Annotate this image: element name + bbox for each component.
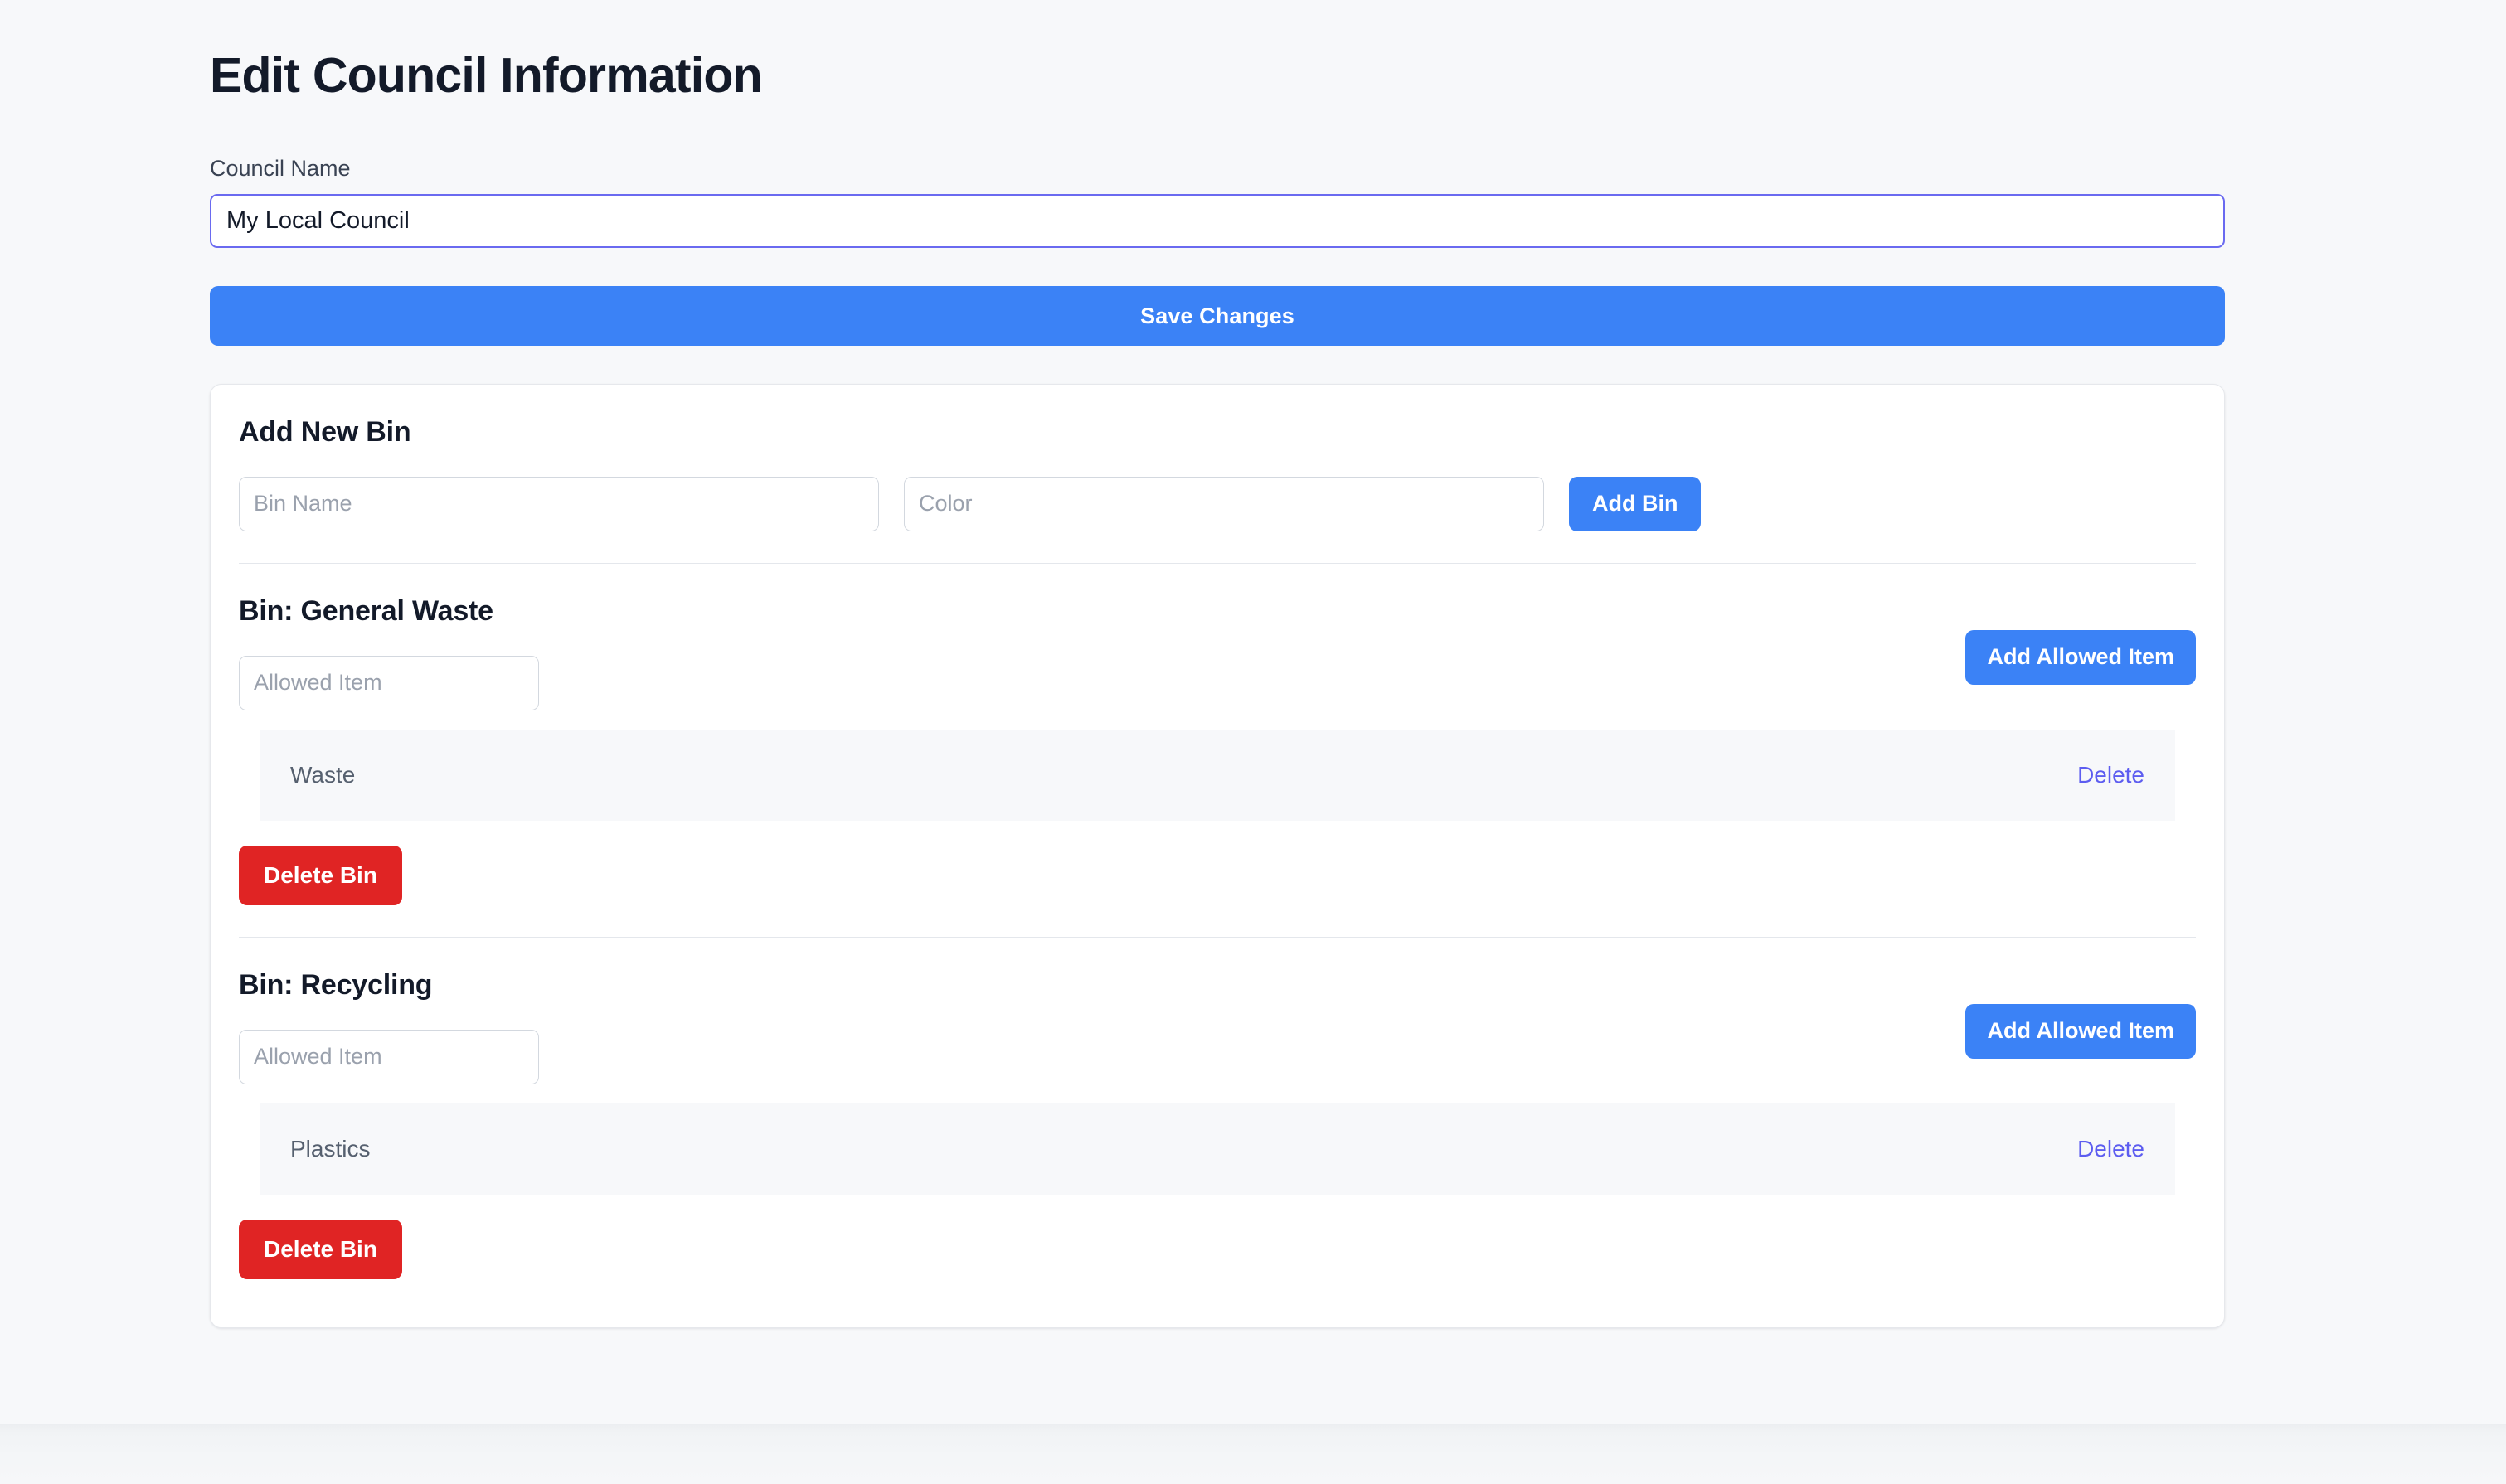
add-bin-button[interactable]: Add Bin [1569, 476, 1702, 531]
allowed-item-input[interactable] [239, 1029, 539, 1084]
council-name-input[interactable] [210, 194, 2225, 249]
add-new-bin-title: Add New Bin [239, 416, 411, 449]
page-title: Edit Council Information [210, 48, 763, 103]
add-new-bin-row: Add Bin [239, 476, 2196, 531]
allowed-item-list: Waste Delete [239, 729, 2196, 821]
add-allowed-item-button[interactable]: Add Allowed Item [1965, 629, 2196, 685]
allowed-item-name: Waste [290, 761, 356, 788]
bin-heading: Bin: Recycling [239, 968, 433, 1001]
browser-bottom-chrome [0, 1424, 2506, 1484]
council-name-field-block: Council Name [210, 154, 2225, 249]
page-root: Edit Council Information Council Name Sa… [0, 0, 2506, 1424]
list-item: Waste Delete [260, 729, 2175, 821]
allowed-item-list: Plastics Delete [239, 1103, 2196, 1195]
add-allowed-item-button[interactable]: Add Allowed Item [1965, 1003, 2196, 1059]
delete-bin-button[interactable]: Delete Bin [239, 1219, 402, 1279]
bin-section-general-waste: Bin: General Waste Add Allowed Item Wast… [239, 595, 2196, 905]
save-changes-button[interactable]: Save Changes [210, 286, 2225, 347]
bin-name-input[interactable] [239, 476, 879, 531]
divider-after-add-new-bin [239, 562, 2196, 564]
bin-section-recycling: Bin: Recycling Add Allowed Item Plastics… [239, 969, 2196, 1279]
list-item: Plastics Delete [260, 1103, 2175, 1195]
bin-controls: Add Allowed Item [239, 1003, 2196, 1084]
page-content: Edit Council Information Council Name Sa… [210, 0, 2225, 1328]
delete-allowed-item-link[interactable]: Delete [2077, 1136, 2144, 1162]
delete-allowed-item-link[interactable]: Delete [2077, 762, 2144, 788]
allowed-item-input[interactable] [239, 655, 539, 710]
allowed-item-name: Plastics [290, 1135, 371, 1161]
council-name-label: Council Name [210, 156, 351, 182]
bin-controls: Add Allowed Item [239, 629, 2196, 710]
bin-color-input[interactable] [904, 476, 1544, 531]
bin-heading: Bin: General Waste [239, 594, 493, 627]
divider-between-bins [239, 936, 2196, 938]
delete-bin-button[interactable]: Delete Bin [239, 845, 402, 905]
bins-card: Add New Bin Add Bin Bin: General Waste A… [210, 384, 2225, 1328]
